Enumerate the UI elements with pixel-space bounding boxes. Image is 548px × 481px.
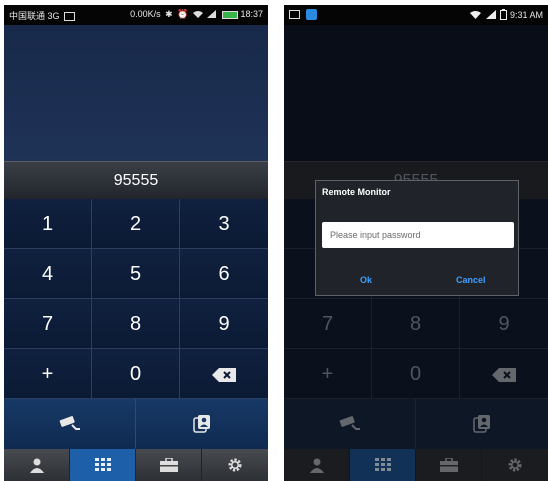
key-plus[interactable]: + — [4, 349, 92, 399]
remote-camera-button[interactable] — [4, 399, 136, 449]
image-notification-icon — [289, 10, 300, 20]
tab-tools[interactable] — [136, 449, 202, 481]
phone-screen-right: 9:31 AM 95555 1 2 3 4 5 6 7 8 9 + 0 — [284, 5, 548, 481]
key-1[interactable]: 1 — [4, 199, 92, 249]
status-bar: 中国联通 3G 0.00K/s ✱ ⏰ 18:37 — [4, 5, 268, 25]
tab-contacts[interactable] — [4, 449, 70, 481]
wifi-icon — [192, 10, 203, 20]
wifi-icon — [470, 10, 482, 21]
status-bar: 9:31 AM — [284, 5, 548, 25]
backspace-button[interactable] — [180, 349, 268, 399]
password-input[interactable]: Please input password — [322, 222, 514, 248]
key-6[interactable]: 6 — [180, 249, 268, 299]
battery-icon — [221, 10, 238, 19]
backspace-icon — [212, 367, 236, 382]
phone-screen-left: 中国联通 3G 0.00K/s ✱ ⏰ 18:37 95555 1 2 3 4 … — [4, 5, 268, 481]
key-8[interactable]: 8 — [92, 299, 180, 349]
status-right: 9:31 AM — [468, 9, 543, 22]
key-0[interactable]: 0 — [92, 349, 180, 399]
contact-card-button[interactable] — [136, 399, 268, 449]
status-left — [289, 9, 317, 21]
dialed-number: 95555 — [4, 161, 268, 199]
key-5[interactable]: 5 — [92, 249, 180, 299]
toolbox-icon — [159, 458, 178, 472]
camera-icon — [59, 416, 80, 430]
dial-keypad: 1 2 3 4 5 6 7 8 9 + 0 — [4, 199, 268, 399]
tab-keypad[interactable] — [70, 449, 136, 481]
tab-settings[interactable] — [202, 449, 268, 481]
key-2[interactable]: 2 — [92, 199, 180, 249]
alarm-icon: ⏰ — [177, 9, 189, 20]
key-9[interactable]: 9 — [180, 299, 268, 349]
remote-monitor-dialog: Remote Monitor Please input password Ok … — [315, 180, 519, 296]
key-4[interactable]: 4 — [4, 249, 92, 299]
signal-icon — [207, 9, 217, 20]
clock: 9:31 AM — [509, 9, 543, 20]
bluetooth-icon: ✱ — [165, 9, 173, 20]
gear-icon — [228, 458, 242, 472]
signal-icon — [485, 10, 496, 21]
action-row — [4, 399, 268, 449]
keypad-grid-icon — [94, 458, 111, 471]
status-right: 0.00K/s ✱ ⏰ 18:37 — [130, 9, 263, 20]
key-3[interactable]: 3 — [180, 199, 268, 249]
image-notification-icon — [64, 12, 76, 22]
network-speed: 0.00K/s — [130, 9, 161, 19]
app-notification-icon — [305, 9, 317, 21]
clock: 18:37 — [240, 9, 263, 19]
key-7[interactable]: 7 — [4, 299, 92, 349]
dial-display-area — [4, 25, 268, 161]
ok-button[interactable]: Ok — [360, 275, 372, 285]
cancel-button[interactable]: Cancel — [456, 275, 486, 285]
status-left: 中国联通 3G — [9, 9, 76, 22]
battery-icon — [500, 9, 508, 22]
person-icon — [29, 458, 44, 473]
carrier-label: 中国联通 3G — [9, 11, 60, 21]
tab-bar — [4, 449, 268, 481]
contact-card-icon — [193, 415, 210, 433]
dialog-title: Remote Monitor — [322, 187, 391, 197]
